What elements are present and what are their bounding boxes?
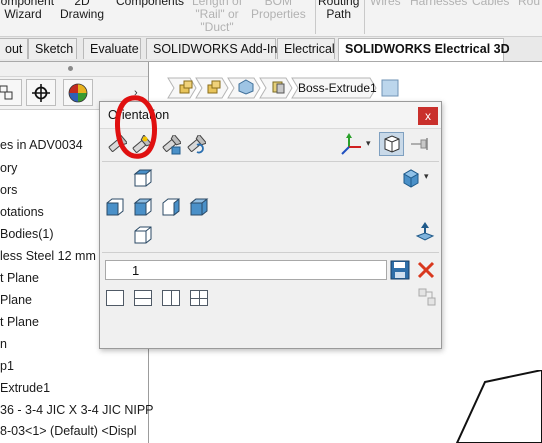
pin-icon[interactable]	[409, 136, 433, 152]
divider	[102, 252, 439, 253]
dimxpert-tab[interactable]	[26, 79, 56, 106]
tree-item[interactable]: es in ADV0034	[0, 138, 83, 152]
annotation-circle	[115, 95, 157, 159]
ribbon-separator	[315, 0, 316, 34]
two-view-horizontal-button[interactable]	[134, 290, 152, 306]
normal-to-icon[interactable]	[415, 222, 435, 242]
isometric-dropdown-icon[interactable]: ▾	[424, 171, 429, 182]
ribbon-harnesses: Harnesses	[410, 0, 468, 8]
tree-item[interactable]: n	[0, 337, 7, 351]
link-views-icon	[418, 288, 436, 306]
breadcrumb: Boss-Extrude1	[160, 76, 420, 100]
ribbon-routing-path[interactable]: Routing Path	[318, 0, 359, 21]
tab-solidworks-add-ins[interactable]: SOLIDWORKS Add-Ins	[146, 38, 284, 59]
ribbon-cables: Cables	[472, 0, 510, 8]
view-selector-cube-icon	[384, 135, 400, 153]
tab-evaluate[interactable]: Evaluate	[83, 38, 141, 59]
panel-splitter[interactable]	[0, 62, 148, 77]
ribbon-component-wizard[interactable]: Component Wizard	[0, 0, 54, 21]
ribbon-rou: Rou	[518, 0, 541, 8]
triad-view-icon[interactable]	[339, 133, 365, 157]
isometric-view-icon[interactable]	[401, 168, 421, 188]
crosshair-icon	[32, 83, 50, 102]
tree-item[interactable]: ors	[0, 183, 17, 197]
breadcrumb-last[interactable]: Boss-Extrude1	[298, 81, 377, 95]
triad-dropdown-icon[interactable]: ▾	[366, 138, 371, 149]
tree-item[interactable]: otations	[0, 205, 44, 219]
model-edge	[455, 370, 542, 443]
save-icon[interactable]	[390, 260, 410, 280]
single-view-button[interactable]	[106, 290, 124, 306]
tree-item[interactable]: t Plane	[0, 315, 39, 329]
tab-sketch[interactable]: Sketch	[28, 38, 77, 59]
assembly-icon[interactable]	[206, 79, 222, 95]
ribbon-length-rail-duct: Length of "Rail" or "Duct"	[192, 0, 243, 34]
tree-item[interactable]: Plane	[0, 293, 32, 307]
tree-item[interactable]: Bodies(1)	[0, 227, 54, 241]
four-view-button[interactable]	[190, 290, 208, 306]
tree-item[interactable]: less Steel 12 mm O	[0, 249, 109, 263]
right-view-icon[interactable]	[161, 197, 181, 217]
tab-solidworks-electrical-3d[interactable]: SOLIDWORKS Electrical 3D	[338, 38, 510, 61]
tab-electrical[interactable]: Electrical	[277, 38, 335, 59]
tree-item[interactable]: 8-03<1> (Default) <Displ	[0, 424, 137, 438]
ribbon-separator	[364, 0, 365, 34]
tab-layout[interactable]: out	[0, 38, 28, 59]
extrude-feature-icon[interactable]	[270, 79, 286, 95]
property-manager-tab[interactable]	[0, 79, 22, 106]
part-icon[interactable]	[238, 79, 254, 95]
reset-standard-views-icon[interactable]	[184, 135, 206, 155]
front-view-icon[interactable]	[133, 197, 153, 217]
ribbon-2d-drawing[interactable]: 2D Drawing	[60, 0, 104, 21]
back-view-icon[interactable]	[189, 197, 209, 217]
ribbon-components[interactable]: Components	[116, 0, 184, 8]
left-view-icon[interactable]	[105, 197, 125, 217]
command-ribbon: Component Wizard 2D Drawing Components L…	[0, 0, 542, 37]
breadcrumb-arrows	[167, 77, 399, 99]
ribbon-bom-properties: BOM Properties	[251, 0, 306, 21]
assembly-icon[interactable]	[178, 79, 194, 95]
command-manager-tabs: out Sketch Evaluate SOLIDWORKS Add-Ins E…	[0, 37, 542, 62]
close-button[interactable]: x	[418, 107, 438, 125]
property-manager-icon	[0, 85, 13, 99]
tree-item[interactable]: Extrude1	[0, 381, 50, 395]
tree-item[interactable]: p1	[0, 359, 14, 373]
tree-item[interactable]: 36 - 3-4 JIC X 3-4 JIC NIPP	[0, 403, 154, 417]
splitter-dot-icon	[68, 66, 73, 71]
top-view-icon[interactable]	[133, 168, 153, 188]
view-name-input[interactable]	[105, 260, 387, 280]
update-standard-views-icon[interactable]	[159, 135, 181, 155]
view-selector-toggle[interactable]	[379, 132, 404, 156]
two-view-vertical-button[interactable]	[162, 290, 180, 306]
bottom-view-icon[interactable]	[133, 225, 153, 245]
tree-item[interactable]: t Plane	[0, 271, 39, 285]
display-manager-tab[interactable]	[63, 79, 93, 106]
ribbon-wires: Wires	[370, 0, 401, 8]
delete-icon[interactable]	[416, 260, 436, 280]
appearance-pie-icon	[68, 83, 88, 102]
tree-item[interactable]: ory	[0, 161, 17, 175]
